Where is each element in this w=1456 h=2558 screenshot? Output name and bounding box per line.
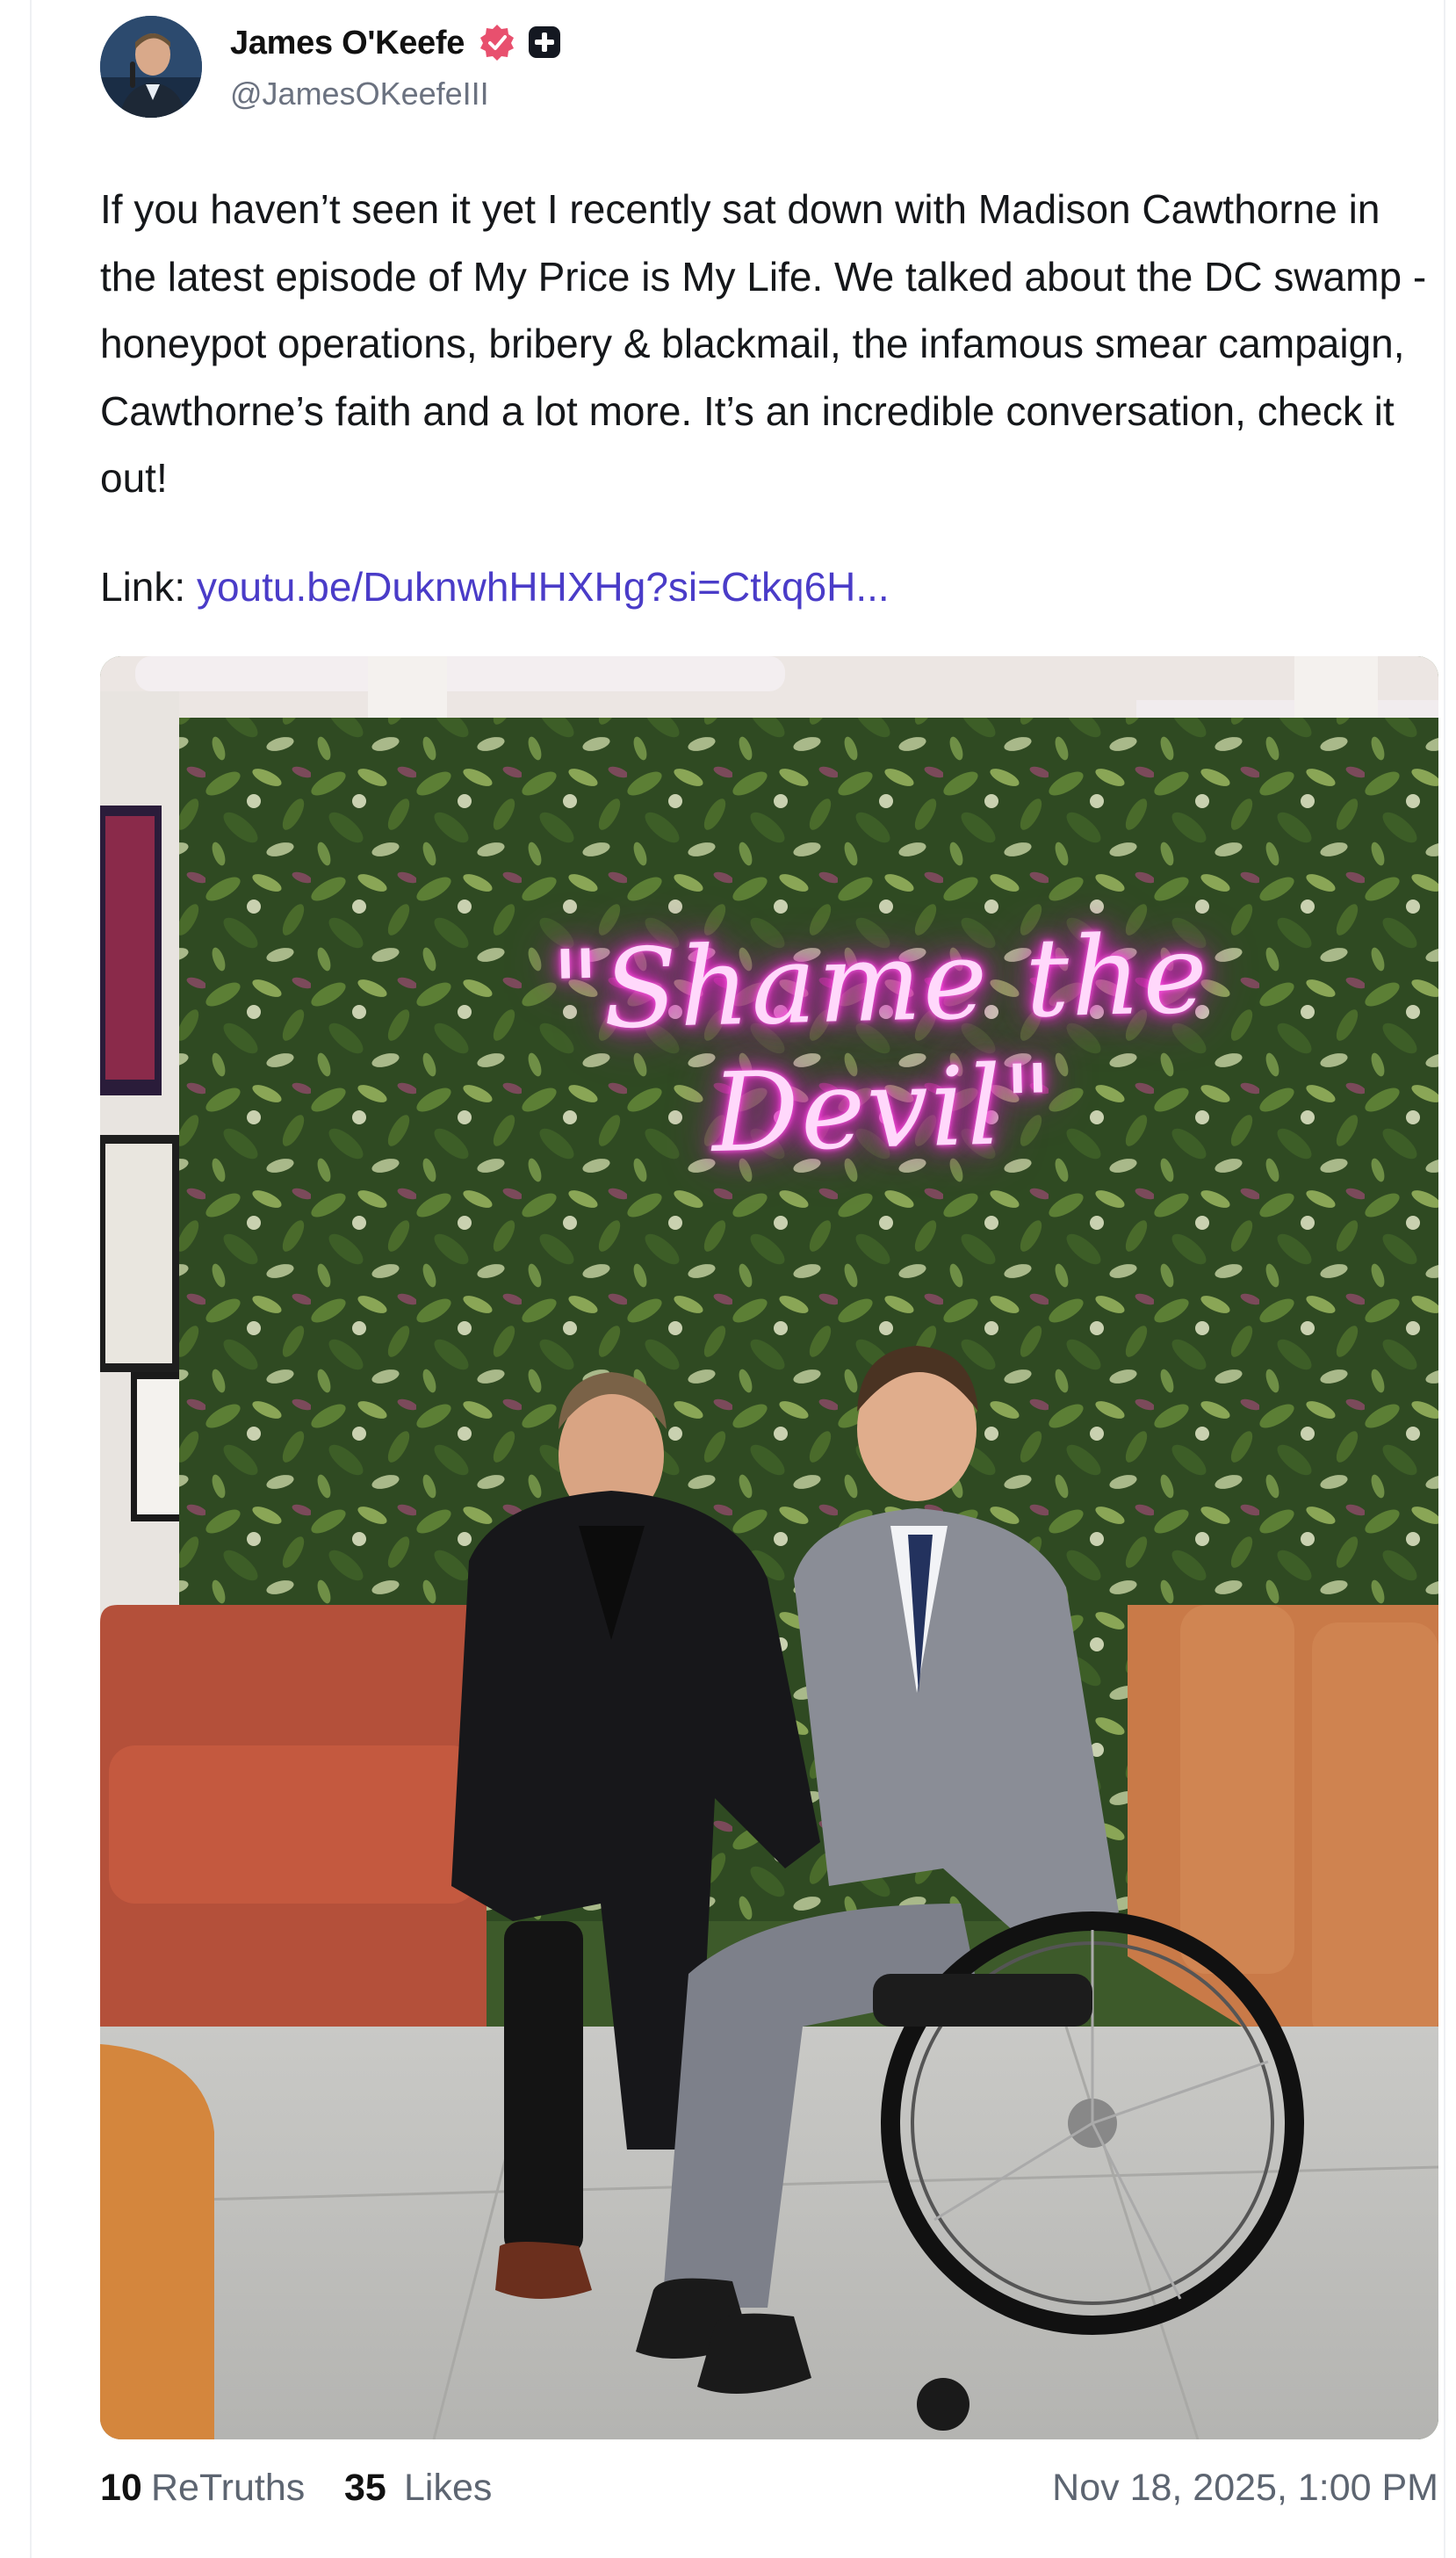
retruths-label[interactable]: ReTruths: [151, 2467, 305, 2510]
plus-badge-icon: [529, 26, 560, 58]
neon-sign: "Shame the Devil": [549, 911, 1211, 1178]
post-timestamp[interactable]: Nov 18, 2025, 1:00 PM: [1052, 2467, 1438, 2510]
link-label: Link:: [100, 564, 197, 610]
retruths-count[interactable]: 10: [100, 2467, 142, 2510]
author-name[interactable]: James O'Keefe: [230, 25, 465, 62]
likes-count[interactable]: 35: [344, 2467, 386, 2510]
post-link-line: Link: youtu.be/DuknwhHHXHg?si=Ctkq6H...: [100, 553, 890, 620]
post-card: James O'Keefe @JamesOKeefeIII If you hav…: [30, 0, 1445, 2558]
likes-label[interactable]: Likes: [404, 2467, 492, 2510]
post-text: If you haven’t seen it yet I recently sa…: [100, 186, 1427, 501]
post-link[interactable]: youtu.be/DuknwhHHXHg?si=Ctkq6H...: [197, 564, 890, 610]
post-footer: 10 ReTruths 35 Likes Nov 18, 2025, 1:00 …: [100, 2460, 1438, 2512]
avatar[interactable]: [100, 16, 202, 118]
post-image[interactable]: "Shame the Devil": [100, 656, 1438, 2439]
post-header: James O'Keefe @JamesOKeefeIII: [100, 16, 890, 118]
author-handle[interactable]: @JamesOKeefeIII: [230, 76, 489, 112]
verified-icon: [480, 25, 514, 61]
